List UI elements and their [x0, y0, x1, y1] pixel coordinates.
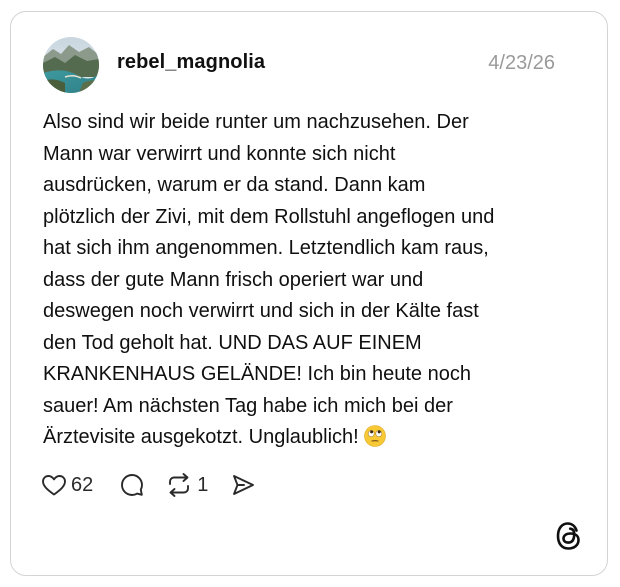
- like-button[interactable]: 62: [41, 473, 93, 497]
- heart-icon: [41, 473, 67, 497]
- post-text-line: sauer! Am nächsten Tag habe ich mich bei…: [43, 394, 453, 417]
- action-bar: 62 1: [41, 470, 256, 500]
- post-text-line-last: Ärztevisite ausgekotzt. Unglaublich!: [43, 422, 573, 454]
- post-date: 4/23/26: [488, 52, 555, 74]
- avatar-image: [43, 37, 99, 93]
- post-text-line: dass der gute Mann frisch operiert war u…: [43, 268, 424, 291]
- share-icon: [230, 472, 256, 498]
- threads-logo-icon: [555, 521, 583, 551]
- repost-icon: [165, 472, 193, 498]
- post-text-line: den Tod geholt hat. UND DAS AUF EINEM: [43, 331, 422, 354]
- post-text-line: hat sich ihm angenommen. Letztendlich ka…: [43, 237, 489, 259]
- post-text-line: Ärztevisite ausgekotzt. Unglaublich!: [43, 426, 359, 448]
- post-card: rebel_magnolia 4/23/26 Also sind wir bei…: [10, 11, 608, 576]
- post-text: Also sind wir beide runter um nachzusehe…: [43, 107, 573, 454]
- post-text-line: Also sind wir beide runter um nachzusehe…: [43, 111, 469, 133]
- repost-count: 1: [197, 473, 209, 496]
- post-text-line: KRANKENHAUS GELÄNDE! Ich bin heute noch: [43, 363, 471, 385]
- comment-icon: [119, 472, 145, 498]
- avatar[interactable]: [43, 37, 99, 93]
- post-text-line: deswegen noch verwirrt und sich in der K…: [43, 300, 479, 322]
- post-text-line: Mann war verwirrt und konnte sich nicht: [43, 142, 396, 165]
- repost-button[interactable]: 1: [165, 472, 208, 498]
- username[interactable]: rebel_magnolia: [117, 51, 265, 74]
- post-text-line: plötzlich der Zivi, mit dem Rollstuhl an…: [43, 205, 495, 228]
- face-with-rolling-eyes-icon: [364, 425, 387, 447]
- like-count: 62: [71, 473, 94, 496]
- post-text-line: ausdrücken, warum er da stand. Dann kam: [43, 174, 426, 196]
- share-button[interactable]: [230, 472, 256, 498]
- comment-button[interactable]: [119, 472, 145, 498]
